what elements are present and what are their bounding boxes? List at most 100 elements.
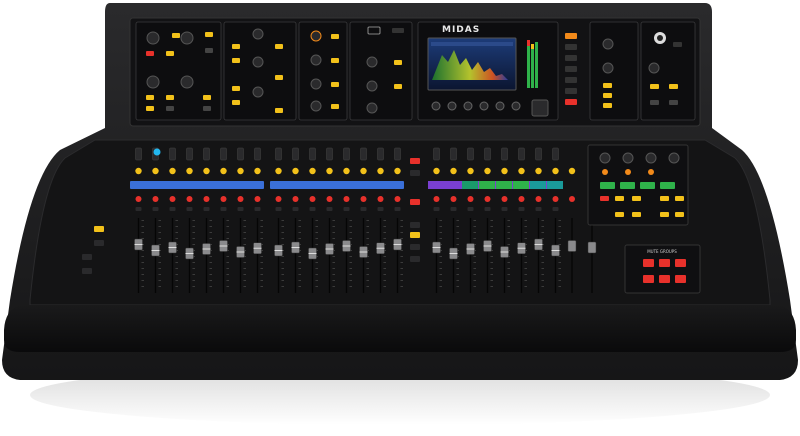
channel-button[interactable] <box>343 207 350 211</box>
side-button[interactable] <box>82 254 92 260</box>
dynamics-threshold-knob-icon[interactable] <box>180 75 194 89</box>
view-button[interactable] <box>565 33 577 39</box>
master-button[interactable] <box>615 196 624 201</box>
eq-button-5[interactable] <box>275 44 283 49</box>
channel-mute-led-icon[interactable] <box>186 196 193 202</box>
channel-button[interactable] <box>518 207 525 211</box>
channel-button[interactable] <box>360 207 367 211</box>
view-button[interactable] <box>565 77 577 83</box>
channel-solo-led-icon[interactable] <box>309 167 316 175</box>
channel-mute-led-icon[interactable] <box>326 196 333 202</box>
master-button[interactable] <box>675 212 684 217</box>
channel-mute-led-icon[interactable] <box>275 196 282 202</box>
channel-select-button[interactable] <box>377 147 384 161</box>
channel-solo-led-icon[interactable] <box>292 167 299 175</box>
eq-button-6[interactable] <box>275 75 283 80</box>
master-knob-icon[interactable] <box>668 152 680 164</box>
channel-button[interactable] <box>377 207 384 211</box>
talk-level-knob-icon[interactable] <box>648 62 660 74</box>
channel-mute-led-icon[interactable] <box>343 196 350 202</box>
config-button[interactable] <box>172 33 180 38</box>
channel-solo-led-icon[interactable] <box>467 167 474 175</box>
channel-select-button[interactable] <box>360 147 367 161</box>
gain-knob-icon[interactable] <box>146 31 160 45</box>
channel-button[interactable] <box>203 207 210 211</box>
layer-button[interactable] <box>410 158 420 164</box>
channel-select-button[interactable] <box>326 147 333 161</box>
talkback-button[interactable] <box>673 42 682 47</box>
gate-button-2[interactable] <box>166 95 174 100</box>
master-knob-icon[interactable] <box>599 152 611 164</box>
channel-mute-led-icon[interactable] <box>203 196 210 202</box>
layer-button[interactable] <box>410 244 420 250</box>
gate-button-4[interactable] <box>166 106 174 111</box>
channel-mute-led-icon[interactable] <box>552 196 559 202</box>
layer-button[interactable] <box>410 232 420 238</box>
eq-button-2[interactable] <box>232 58 240 63</box>
channel-button[interactable] <box>135 207 142 211</box>
channel-select-button[interactable] <box>484 147 491 161</box>
preamp-yellow-button[interactable] <box>166 51 174 56</box>
mute-group-button[interactable] <box>643 259 654 267</box>
gate-threshold-knob-icon[interactable] <box>146 75 160 89</box>
channel-button[interactable] <box>292 207 299 211</box>
recorder-button[interactable] <box>392 28 404 33</box>
eq-gain-knob-icon[interactable] <box>252 86 264 98</box>
monitor-button[interactable] <box>603 83 612 88</box>
gate-button-3[interactable] <box>146 106 154 111</box>
bus-send-knob-icon[interactable] <box>310 54 322 66</box>
main-bus-button[interactable] <box>394 60 402 65</box>
eq-button-3[interactable] <box>232 86 240 91</box>
mute-group-button[interactable] <box>643 275 654 283</box>
side-button[interactable] <box>82 268 92 274</box>
channel-button[interactable] <box>275 207 282 211</box>
channel-solo-led-icon[interactable] <box>360 167 367 175</box>
encoder-knob-icon[interactable] <box>431 101 441 111</box>
channel-mute-led-icon[interactable] <box>254 196 261 202</box>
mute-group-button[interactable] <box>675 259 686 267</box>
channel-solo-led-icon[interactable] <box>203 167 210 175</box>
monitor-button[interactable] <box>603 103 612 108</box>
channel-select-button[interactable] <box>467 147 474 161</box>
bus-send-knob-icon[interactable] <box>310 100 322 112</box>
master-button[interactable] <box>632 196 641 201</box>
channel-button[interactable] <box>220 207 227 211</box>
channel-solo-led-icon[interactable] <box>237 167 244 175</box>
bus-button[interactable] <box>331 58 339 63</box>
channel-mute-led-icon[interactable] <box>501 196 508 202</box>
phones-level-knob-icon[interactable] <box>602 62 614 74</box>
channel-select-button[interactable] <box>203 147 210 161</box>
channel-select-button[interactable] <box>186 147 193 161</box>
channel-solo-led-icon[interactable] <box>552 167 559 175</box>
channel-select-button[interactable] <box>220 147 227 161</box>
channel-mute-led-icon[interactable] <box>433 196 440 202</box>
view-button[interactable] <box>565 88 577 94</box>
channel-mute-led-icon[interactable] <box>309 196 316 202</box>
channel-mute-led-icon[interactable] <box>394 196 401 202</box>
eq-width-knob-icon[interactable] <box>252 28 264 40</box>
main-bus-knob-icon[interactable] <box>366 80 378 92</box>
eq-button-1[interactable] <box>232 44 240 49</box>
layer-button[interactable] <box>410 256 420 262</box>
mute-group-button[interactable] <box>659 275 670 283</box>
channel-solo-led-icon[interactable] <box>518 167 525 175</box>
channel-select-button[interactable] <box>343 147 350 161</box>
talkback-button[interactable] <box>669 100 678 105</box>
gate-button[interactable] <box>146 95 154 100</box>
channel-solo-led-icon[interactable] <box>535 167 542 175</box>
channel-select-button[interactable] <box>501 147 508 161</box>
channel-select-button[interactable] <box>518 147 525 161</box>
eq-button-7[interactable] <box>275 108 283 113</box>
master-button[interactable] <box>660 196 669 201</box>
encoder-knob-icon[interactable] <box>463 101 473 111</box>
channel-button[interactable] <box>169 207 176 211</box>
bus-button[interactable] <box>331 34 339 39</box>
channel-select-button[interactable] <box>169 147 176 161</box>
navigation-pad[interactable] <box>531 99 549 117</box>
channel-mute-led-icon[interactable] <box>518 196 525 202</box>
channel-mute-led-icon[interactable] <box>152 196 159 202</box>
channel-mute-led-icon[interactable] <box>467 196 474 202</box>
channel-mute-led-icon[interactable] <box>220 196 227 202</box>
channel-button[interactable] <box>309 207 316 211</box>
master-button[interactable] <box>675 196 684 201</box>
